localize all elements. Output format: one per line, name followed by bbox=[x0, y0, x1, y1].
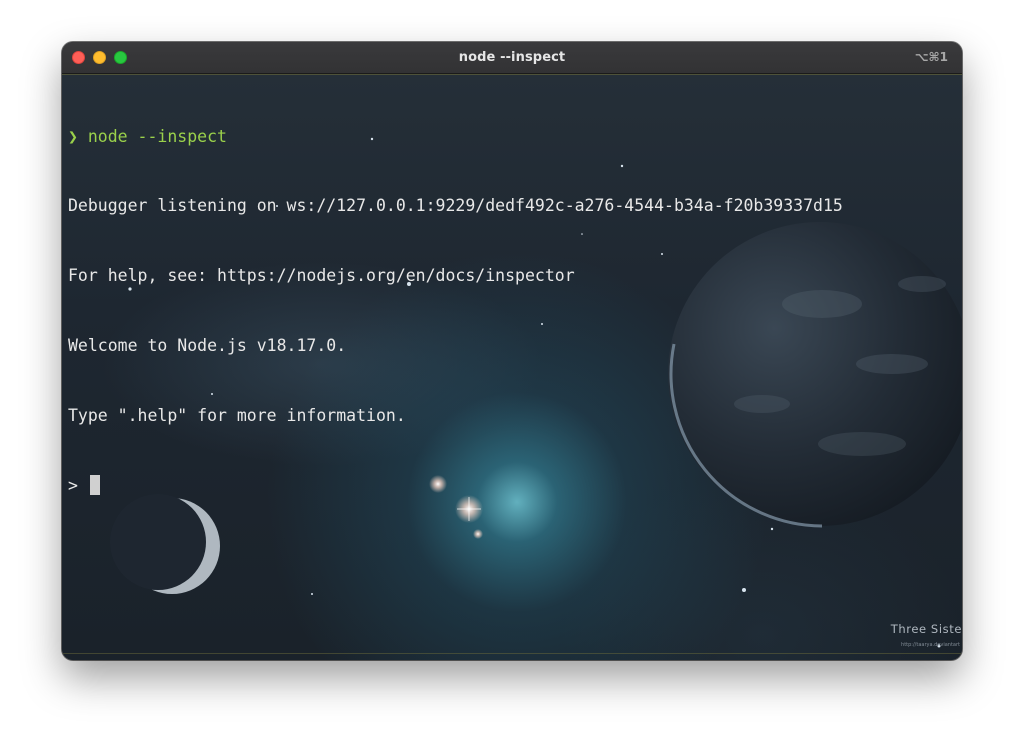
prompt-arrow-icon: ❯ bbox=[68, 126, 78, 146]
command-line: ❯ node --inspect bbox=[68, 125, 956, 148]
terminal-output[interactable]: ❯ node --inspect Debugger listening on w… bbox=[68, 78, 956, 544]
text-cursor bbox=[89, 475, 100, 496]
wallpaper-watermark: Three Siste bbox=[890, 622, 962, 636]
minimize-button[interactable] bbox=[93, 51, 106, 64]
command-text: node --inspect bbox=[87, 126, 227, 146]
window-controls bbox=[72, 51, 127, 64]
output-line: Type ".help" for more information. bbox=[68, 406, 406, 426]
repl-input-line[interactable]: > bbox=[68, 474, 956, 497]
output-line: Debugger listening on ws://127.0.0.1:922… bbox=[68, 196, 843, 216]
tab-shortcut: ⌥⌘1 bbox=[914, 50, 948, 64]
terminal-window: node --inspect ⌥⌘1 ❯ node --inspect Debu… bbox=[62, 42, 962, 660]
repl-prompt: > bbox=[68, 476, 78, 496]
zoom-button[interactable] bbox=[114, 51, 127, 64]
window-title: node --inspect bbox=[458, 50, 566, 65]
output-line: Welcome to Node.js v18.17.0. bbox=[68, 336, 347, 356]
title-bar[interactable]: node --inspect ⌥⌘1 bbox=[62, 42, 962, 74]
terminal-content[interactable]: ❯ node --inspect Debugger listening on w… bbox=[62, 74, 962, 660]
wallpaper-watermark-url: http://taarya.deviantart bbox=[901, 642, 960, 648]
bottom-divider bbox=[62, 653, 962, 654]
close-button[interactable] bbox=[72, 51, 85, 64]
output-line: For help, see: https://nodejs.org/en/doc… bbox=[68, 266, 575, 286]
